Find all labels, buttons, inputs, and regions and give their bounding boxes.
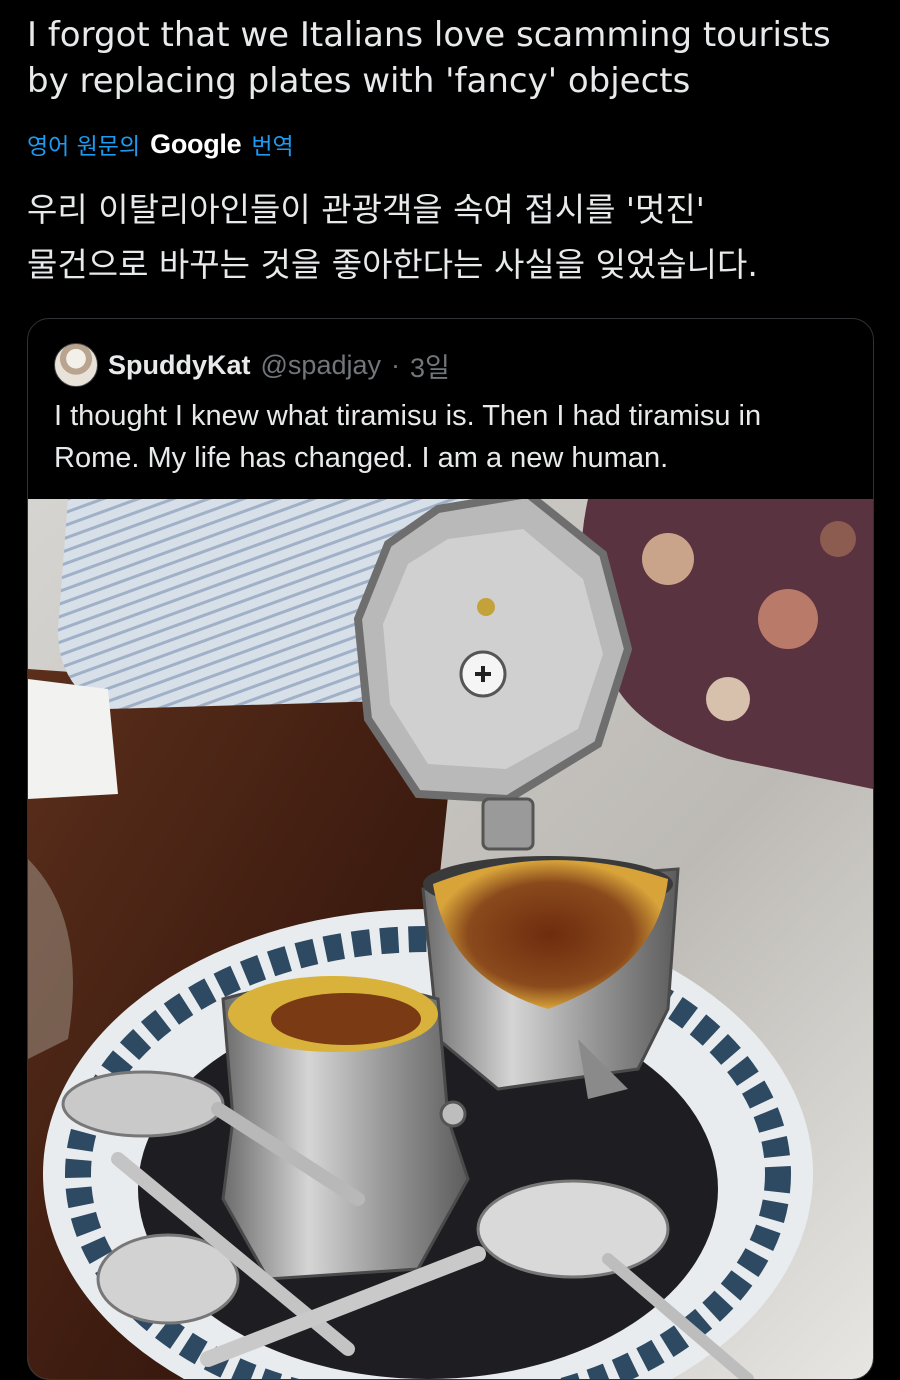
napkin [28,679,118,799]
tweet-text: I forgot that we Italians love scamming … [27,15,831,101]
fabric-flower [758,589,818,649]
spoon-bowl [61,1070,225,1138]
safety-valve [439,1100,467,1128]
quoted-tweet-header: SpuddyKat @spadjay · 3일 [54,343,450,387]
fabric-flower [706,677,750,721]
fabric-flower [642,533,694,585]
translation-attribution[interactable]: 영어 원문의 Google 번역 [27,126,294,162]
photo-illustration [28,499,873,1379]
translation-prefix[interactable]: 영어 원문의 [27,127,140,161]
translated-tweet-text: 우리 이탈리아인들이 관광객을 속여 접시를 '멋진' 물건으로 바꾸는 것을 … [27,190,758,284]
quoted-handle[interactable]: @spadjay [261,350,381,381]
cocoa-dusting [271,993,421,1045]
separator-dot: · [391,349,400,380]
tiramisu-photo[interactable] [28,499,873,1379]
moka-hinge [481,797,535,851]
quoted-timestamp[interactable]: 3일 [410,346,450,385]
coffee-stain [477,598,495,616]
quoted-tweet-text: I thought I knew what tiramisu is. Then … [54,400,762,474]
avatar[interactable] [54,343,98,387]
spoon-bowl [476,1179,670,1279]
google-logo: Google [150,128,242,159]
quoted-tweet-card[interactable]: SpuddyKat @spadjay · 3일 I thought I knew… [27,318,874,1380]
quoted-display-name[interactable]: SpuddyKat [108,350,251,381]
translation-suffix[interactable]: 번역 [251,127,293,161]
fabric-flower [820,521,856,557]
